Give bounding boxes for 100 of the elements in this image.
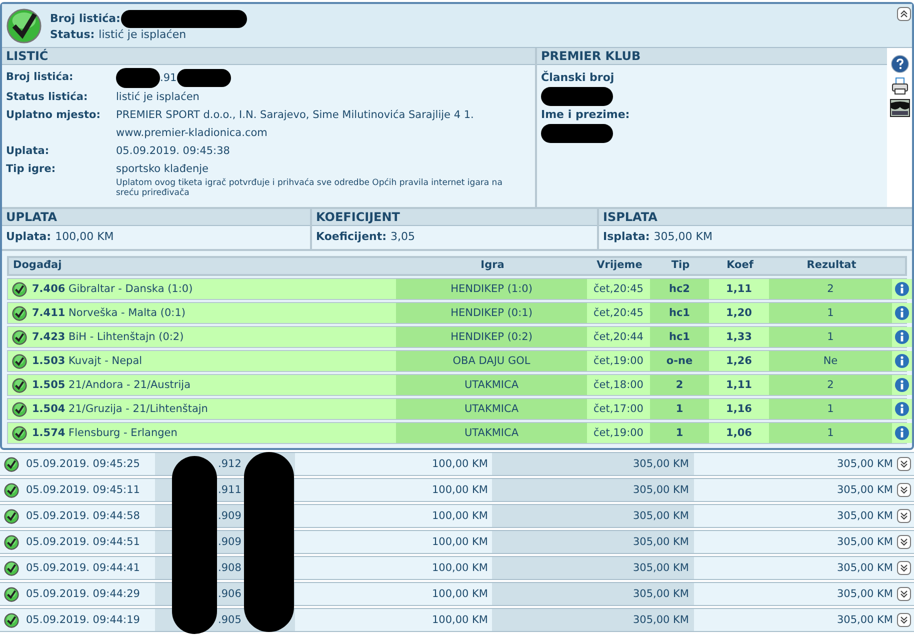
table-cell: čet,18:00 [587, 375, 650, 395]
table-cell-text: 305,00 KM [836, 587, 894, 602]
table-cell-text: 305,00 KM [836, 509, 894, 524]
ticket-datetime: 05.09.2019. 09:44:58 [25, 509, 141, 524]
summary-value: 100,00 KM [55, 229, 114, 246]
table-cell: čet,19:00 [587, 351, 650, 371]
table-cell: 1,16 [709, 399, 769, 419]
table-cell: hc1 [650, 303, 709, 323]
info-icon[interactable] [895, 402, 909, 416]
expand-button[interactable] [897, 613, 911, 627]
info-icon[interactable] [895, 354, 909, 368]
field-value: 05.09.2019. 09:45:38 [116, 144, 231, 159]
double-chevron-down-icon [899, 485, 909, 495]
column-header: Događaj [12, 258, 63, 274]
double-chevron-down-icon [899, 563, 909, 573]
check-icon [12, 282, 27, 296]
table-cell-text: 305,00 KM [836, 483, 894, 498]
ticket-label: Broj listića: [50, 12, 120, 26]
redaction-mark [541, 124, 613, 143]
expand-button[interactable] [897, 509, 911, 523]
check-icon [4, 456, 18, 472]
event-cell-text: 1.503 Kuvajt - Nepal [32, 354, 142, 369]
ticket-number: .909 [218, 510, 242, 522]
double-chevron-up-icon [899, 9, 909, 19]
collapse-button[interactable] [897, 7, 911, 21]
printer-icon[interactable] [890, 77, 908, 95]
event-cell-text: 7.406 Gibraltar - Danska (1:0) [32, 282, 193, 297]
check-icon [4, 612, 18, 628]
table-cell: 1,11 [709, 279, 769, 299]
status-label: Status: [50, 28, 95, 42]
section-header: LISTIĆ [2, 48, 535, 65]
field-value: sportsko klađenje [116, 162, 210, 177]
field-value: .91 [160, 71, 177, 86]
summary-label: Uplata: [6, 229, 52, 246]
table-cell: 1,11 [709, 375, 769, 395]
expand-button[interactable] [897, 561, 911, 575]
summary-value: 305,00 KM [654, 229, 712, 246]
double-chevron-down-icon [899, 459, 909, 469]
field-value: PREMIER SPORT d.o.o., I.N. Sarajevo, Sime Milutinovića Sarajlije 4 1. www.premier-kladionica.com [116, 108, 475, 141]
summary-value: 3,05 [390, 229, 416, 246]
table-cell: 305,00 KM [492, 583, 694, 605]
expand-button[interactable] [897, 483, 911, 497]
table-cell: 1 [769, 423, 892, 443]
check-icon [12, 426, 27, 440]
expand-button[interactable] [897, 457, 911, 471]
table-cell: 1 [769, 399, 892, 419]
table-cell: 1,26 [709, 351, 769, 371]
mask-icon[interactable] [890, 99, 910, 117]
event-cell-text: 1.505 21/Andora - 21/Austrija [32, 378, 191, 393]
info-icon[interactable] [895, 378, 909, 392]
field-label: Uplata: [6, 144, 50, 159]
section-header: PREMIER KLUB [537, 48, 887, 65]
check-icon [12, 402, 27, 416]
table-cell: UTAKMICA [396, 375, 587, 395]
table-cell: 1,06 [709, 423, 769, 443]
expand-button[interactable] [897, 587, 911, 601]
check-icon [12, 378, 27, 392]
table-cell: 2 [769, 375, 892, 395]
double-chevron-down-icon [899, 537, 909, 547]
table-cell: čet,19:00 [587, 423, 650, 443]
table-cell: 305,00 KM [492, 531, 694, 553]
column-header: Rezultat [806, 258, 858, 274]
double-chevron-down-icon [899, 511, 909, 521]
table-cell: HENDIKEP (0:1) [396, 303, 587, 323]
table-cell: hc2 [650, 279, 709, 299]
table-cell: čet,20:44 [587, 327, 650, 347]
info-icon[interactable] [895, 330, 909, 344]
field-value: listić je isplaćen [116, 90, 200, 105]
info-icon[interactable] [895, 426, 909, 440]
column-header: Vrijeme [596, 258, 644, 274]
section-header: ISPLATA [599, 209, 912, 226]
event-cell-text: 1.574 Flensburg - Erlangen [32, 426, 178, 441]
stake-cell-text: 100,00 KM [430, 535, 489, 550]
table-cell: 305,00 KM [492, 609, 694, 631]
redaction-mark [176, 69, 231, 87]
table-cell: UTAKMICA [396, 399, 587, 419]
check-icon [4, 482, 18, 498]
check-icon [6, 8, 42, 44]
check-icon [12, 306, 27, 320]
check-icon [12, 354, 27, 368]
help-icon[interactable] [890, 55, 908, 73]
info-icon[interactable] [895, 282, 909, 296]
table-cell: 305,00 KM [492, 557, 694, 579]
table-cell: 305,00 KM [492, 505, 694, 527]
info-icon[interactable] [895, 306, 909, 320]
table-cell: čet,17:00 [587, 399, 650, 419]
table-cell-text: 305,00 KM [836, 457, 894, 472]
field-label: Ime i prezime: [541, 107, 631, 123]
expand-button[interactable] [897, 535, 911, 549]
ticket-datetime: 05.09.2019. 09:44:29 [25, 587, 141, 602]
table-cell: 1 [769, 303, 892, 323]
table-cell: Ne [769, 351, 892, 371]
table-cell: o-ne [650, 351, 709, 371]
ticket-number: .906 [218, 588, 242, 600]
event-cell-text: 7.423 BiH - Lihtenštajn (0:2) [32, 330, 184, 345]
check-icon [12, 330, 27, 344]
table-cell: UTAKMICA [396, 423, 587, 443]
summary-label: Koeficijent: [316, 229, 387, 246]
table-cell-text: 305,00 KM [836, 561, 894, 576]
ticket-datetime: 05.09.2019. 09:45:11 [25, 483, 141, 498]
